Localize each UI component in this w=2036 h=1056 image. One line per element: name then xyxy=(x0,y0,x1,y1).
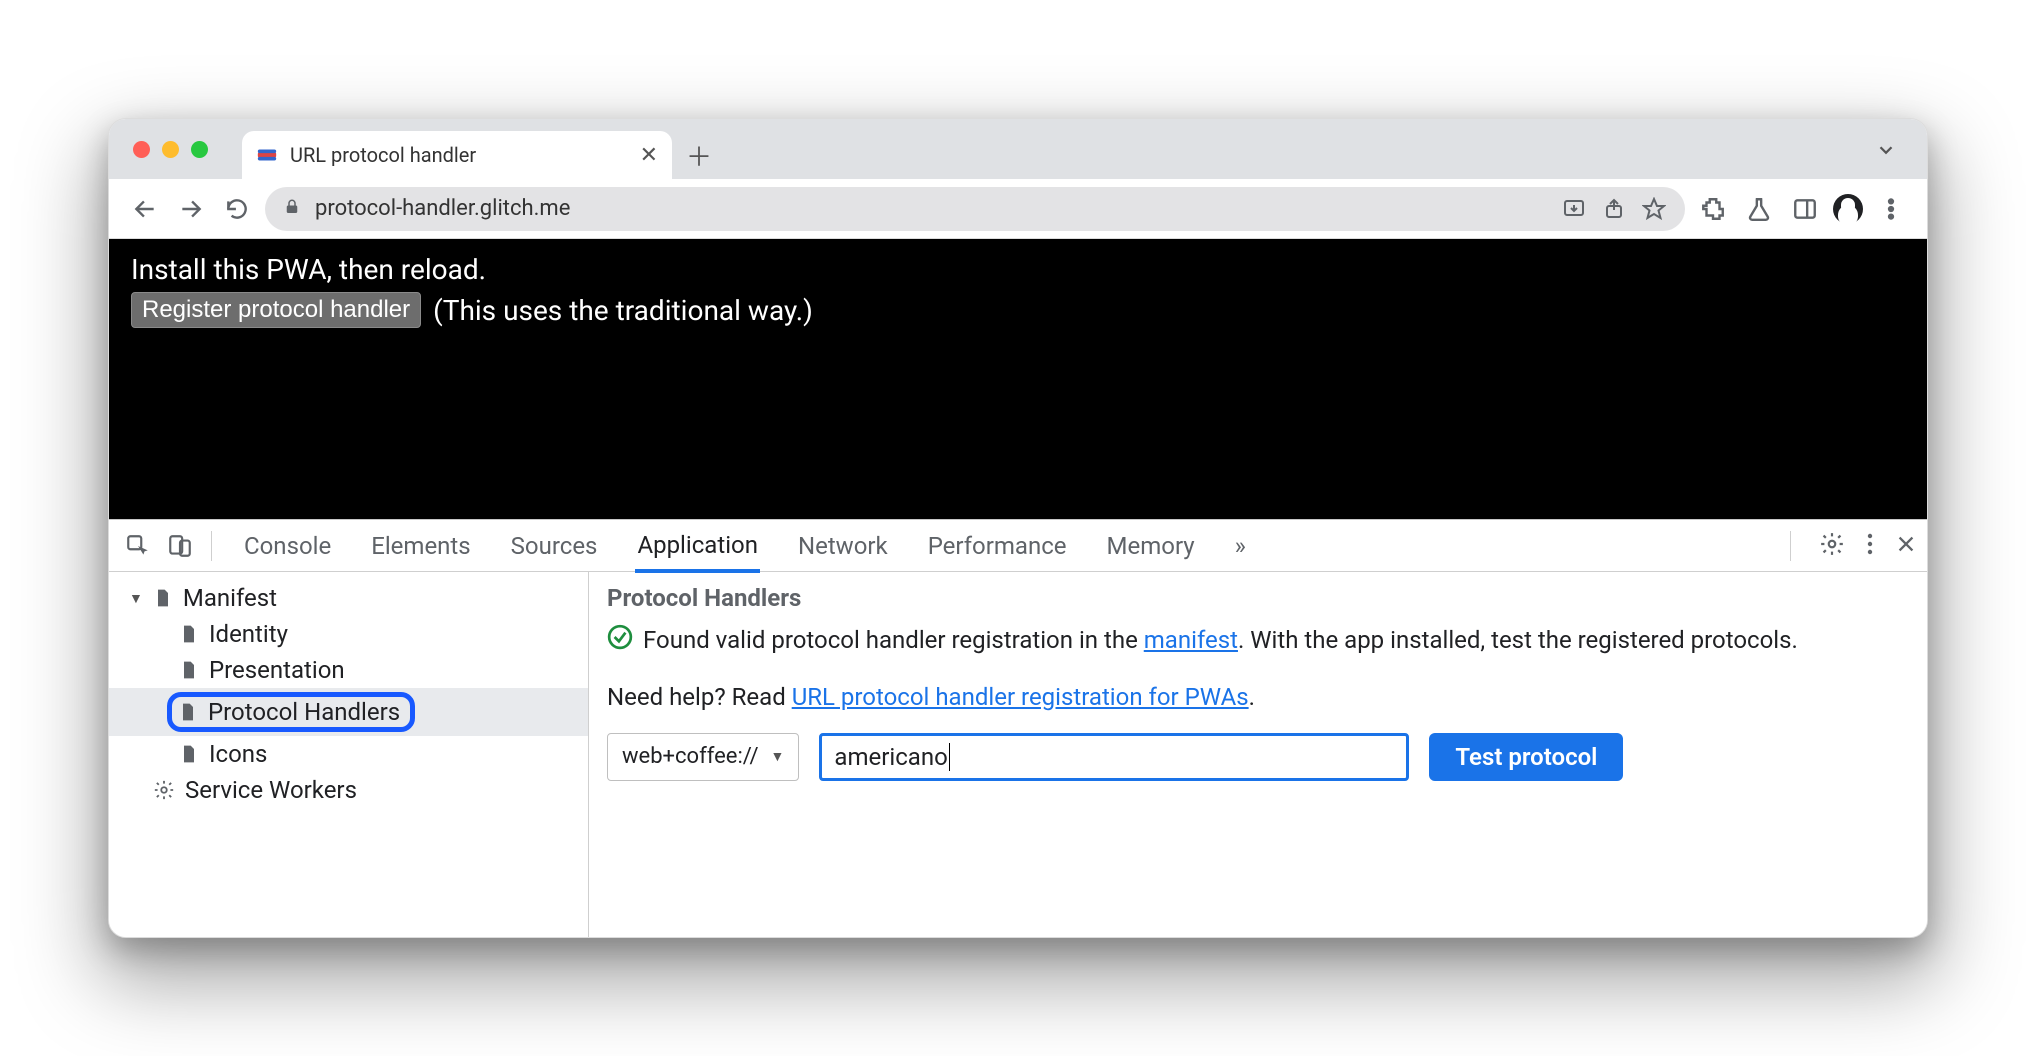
profile-avatar[interactable] xyxy=(1833,194,1863,224)
devtools-panel: Console Elements Sources Application Net… xyxy=(109,519,1927,937)
file-icon xyxy=(179,624,199,644)
instruction-text: Install this PWA, then reload. xyxy=(131,253,1905,286)
chevron-down-icon: ▼ xyxy=(771,748,785,767)
address-bar[interactable]: protocol-handler.glitch.me xyxy=(265,187,1685,231)
tab-performance[interactable]: Performance xyxy=(926,522,1069,570)
gear-icon xyxy=(153,779,175,801)
protocol-path-input[interactable]: americano xyxy=(819,733,1409,781)
install-icon[interactable] xyxy=(1561,196,1587,222)
sidebar-label: Protocol Handlers xyxy=(208,698,400,726)
tab-title: URL protocol handler xyxy=(290,143,628,167)
devtools-settings-icon[interactable] xyxy=(1819,531,1845,561)
labs-flask-icon[interactable] xyxy=(1741,191,1777,227)
separator xyxy=(211,531,212,561)
window-minimize-button[interactable] xyxy=(162,141,179,158)
sidebar-label: Identity xyxy=(209,620,288,648)
tab-network[interactable]: Network xyxy=(796,522,890,570)
sidebar-label: Manifest xyxy=(183,584,277,612)
chrome-menu-icon[interactable] xyxy=(1873,191,1909,227)
tab-strip: URL protocol handler ✕ ＋ xyxy=(109,119,1927,179)
devtools-menu-icon[interactable] xyxy=(1865,531,1875,561)
reload-button[interactable] xyxy=(219,191,255,227)
forward-button[interactable] xyxy=(173,191,209,227)
browser-window: URL protocol handler ✕ ＋ protocol-handle… xyxy=(108,118,1928,938)
text-cursor xyxy=(949,743,950,771)
file-icon xyxy=(178,702,198,722)
separator xyxy=(1790,531,1791,561)
url-text: protocol-handler.glitch.me xyxy=(315,196,1547,221)
sidebar-item-service-workers[interactable]: Service Workers xyxy=(109,772,588,808)
toolbar: protocol-handler.glitch.me xyxy=(109,179,1927,239)
sidebar-label: Icons xyxy=(209,740,267,768)
device-toggle-icon[interactable] xyxy=(161,527,199,565)
lock-icon xyxy=(283,198,301,220)
extensions-icon[interactable] xyxy=(1695,191,1731,227)
more-tabs-button[interactable]: » xyxy=(1233,522,1248,570)
page-content: Install this PWA, then reload. Register … xyxy=(109,239,1927,519)
side-panel-icon[interactable] xyxy=(1787,191,1823,227)
file-icon xyxy=(179,744,199,764)
window-maximize-button[interactable] xyxy=(191,141,208,158)
status-text: Found valid protocol handler registratio… xyxy=(643,624,1798,656)
file-icon xyxy=(153,588,173,608)
protocol-handlers-panel: Protocol Handlers Found valid protocol h… xyxy=(589,572,1927,937)
tab-memory[interactable]: Memory xyxy=(1105,522,1197,570)
devtools-toolbar: Console Elements Sources Application Net… xyxy=(109,520,1927,572)
window-close-button[interactable] xyxy=(133,141,150,158)
tab-list-button[interactable] xyxy=(1875,139,1897,165)
sidebar-item-identity[interactable]: Identity xyxy=(109,616,588,652)
tab-elements[interactable]: Elements xyxy=(369,522,472,570)
favicon-icon xyxy=(256,144,278,166)
share-icon[interactable] xyxy=(1601,196,1627,222)
sidebar-label: Service Workers xyxy=(185,776,357,804)
bookmark-star-icon[interactable] xyxy=(1641,196,1667,222)
panel-title: Protocol Handlers xyxy=(607,582,1909,614)
sidebar-item-protocol-handlers[interactable]: Protocol Handlers xyxy=(109,688,588,736)
tab-application[interactable]: Application xyxy=(635,521,760,573)
tab-sources[interactable]: Sources xyxy=(509,522,600,570)
close-tab-button[interactable]: ✕ xyxy=(640,143,658,168)
sidebar-item-icons[interactable]: Icons xyxy=(109,736,588,772)
application-sidebar: ▼ Manifest Identity Presentation xyxy=(109,572,589,937)
scheme-select[interactable]: web+coffee:// ▼ xyxy=(607,733,799,781)
tab-console[interactable]: Console xyxy=(242,522,333,570)
new-tab-button[interactable]: ＋ xyxy=(672,131,726,179)
inspect-element-icon[interactable] xyxy=(119,527,157,565)
browser-tab[interactable]: URL protocol handler ✕ xyxy=(242,131,672,179)
check-circle-icon xyxy=(607,624,633,658)
docs-link[interactable]: URL protocol handler registration for PW… xyxy=(792,683,1249,711)
sidebar-label: Presentation xyxy=(209,656,345,684)
back-button[interactable] xyxy=(127,191,163,227)
register-note: (This uses the traditional way.) xyxy=(433,294,813,327)
register-protocol-button[interactable]: Register protocol handler xyxy=(131,292,421,328)
expand-icon: ▼ xyxy=(129,590,143,607)
devtools-close-icon[interactable] xyxy=(1895,533,1917,559)
sidebar-item-presentation[interactable]: Presentation xyxy=(109,652,588,688)
scheme-value: web+coffee:// xyxy=(622,742,759,772)
manifest-link[interactable]: manifest xyxy=(1144,626,1238,654)
file-icon xyxy=(179,660,199,680)
test-protocol-button[interactable]: Test protocol xyxy=(1429,733,1623,781)
input-value: americano xyxy=(834,741,947,773)
sidebar-item-manifest[interactable]: ▼ Manifest xyxy=(109,580,588,616)
help-text: Need help? Read URL protocol handler reg… xyxy=(607,681,1909,713)
